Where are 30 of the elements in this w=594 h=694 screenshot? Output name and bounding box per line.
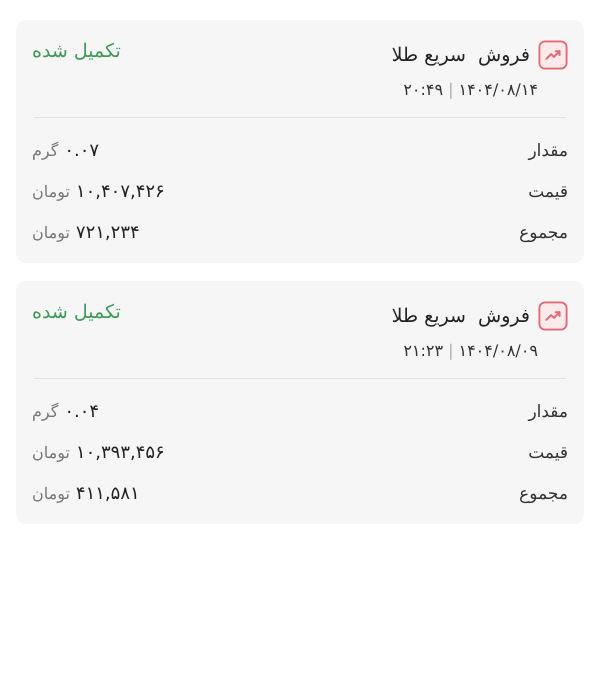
- transaction-time: ۲۱:۲۳: [403, 341, 444, 360]
- field-value: ۰.۰۷: [64, 140, 100, 161]
- unit-label: گرم: [32, 141, 58, 160]
- date-separator: |: [448, 341, 454, 360]
- transaction-date: ۱۴۰۴/۰۸/۱۴: [458, 80, 538, 99]
- field-value: ۴۱۱,۵۸۱: [76, 483, 140, 504]
- date-separator: |: [448, 80, 454, 99]
- field-label: مقدار: [528, 140, 568, 160]
- status-label: تکمیل شده: [32, 301, 121, 323]
- unit-label: تومان: [32, 223, 70, 242]
- transaction-title: فروش سریع طلا: [392, 44, 530, 66]
- unit-label: تومان: [32, 484, 70, 503]
- unit-label: تومان: [32, 443, 70, 462]
- field-value: ۰.۰۴: [64, 401, 100, 422]
- status-label: تکمیل شده: [32, 40, 121, 62]
- field-label: قیمت: [528, 182, 568, 202]
- trend-up-icon: [538, 40, 568, 70]
- transaction-time: ۲۰:۴۹: [403, 80, 444, 99]
- field-value: ۷۲۱,۲۳۴: [76, 222, 140, 243]
- trend-up-icon: [538, 301, 568, 331]
- field-label: قیمت: [528, 442, 568, 462]
- field-label: مجموع: [519, 484, 568, 504]
- field-label: مقدار: [528, 402, 568, 422]
- field-value: ۱۰,۳۹۳,۴۵۶: [76, 442, 165, 463]
- unit-label: تومان: [32, 182, 70, 201]
- transaction-date: ۱۴۰۴/۰۸/۰۹: [458, 341, 538, 360]
- field-label: مجموع: [519, 222, 568, 242]
- unit-label: گرم: [32, 402, 58, 421]
- field-value: ۱۰,۴۰۷,۴۲۶: [76, 181, 165, 202]
- transaction-title: فروش سریع طلا: [392, 305, 530, 327]
